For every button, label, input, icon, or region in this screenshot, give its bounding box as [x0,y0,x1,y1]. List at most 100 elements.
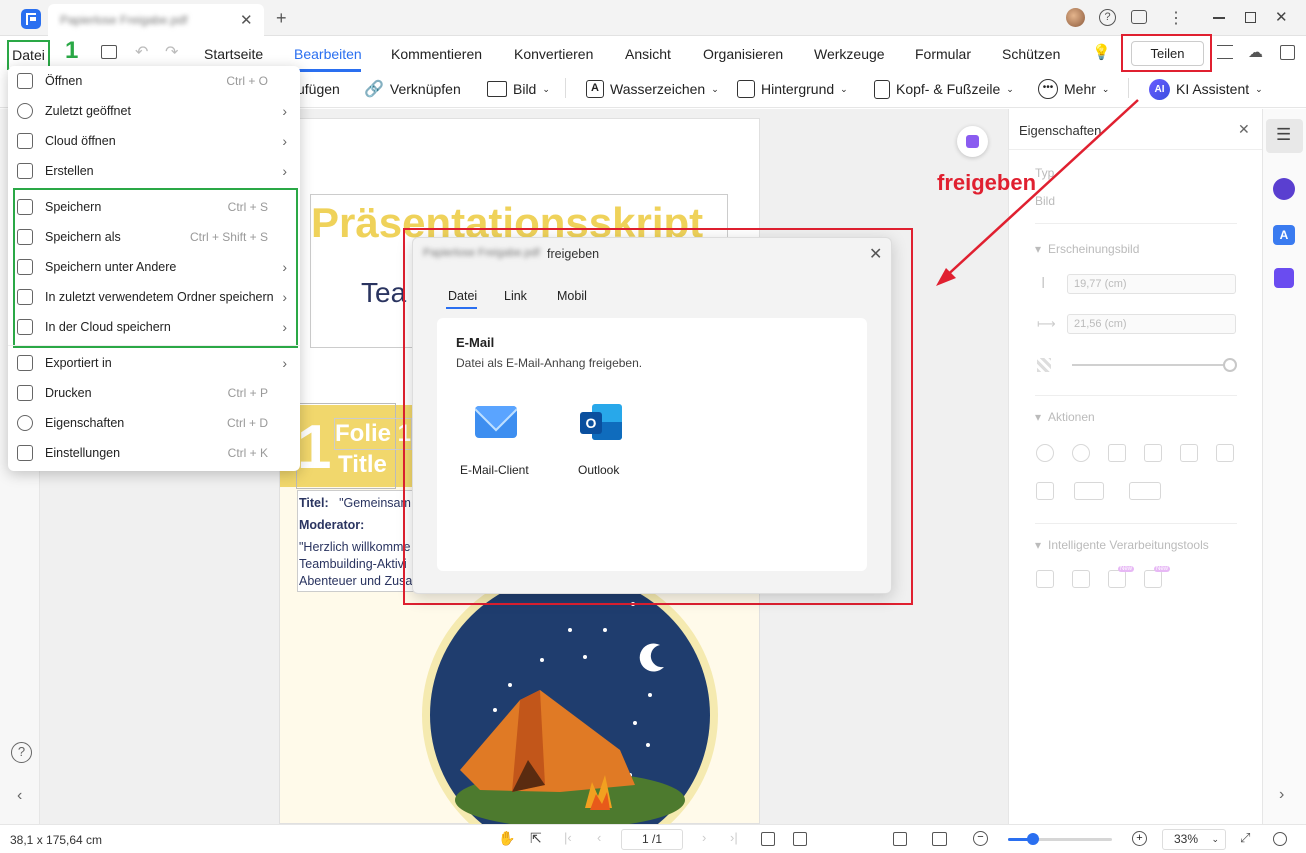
page-view-icon[interactable] [793,832,807,846]
file-menu-item[interactable]: Exportiert in › [8,348,300,378]
next-page-icon[interactable]: › [702,830,706,845]
rotate-right-icon[interactable] [1072,444,1090,462]
avatar[interactable] [1066,8,1085,27]
help-icon[interactable]: ? [11,742,32,763]
lightbulb-icon[interactable]: 💡 [1092,43,1111,61]
watermark-tool[interactable]: A Wasserzeichen ⌄ [586,79,719,99]
fit-page-icon[interactable] [761,832,775,846]
replace-image-icon[interactable] [1216,444,1234,462]
sitemap-icon[interactable] [1217,45,1233,59]
menu-werkzeuge[interactable]: Werkzeuge [814,46,885,62]
select-tool-icon[interactable]: ⇱ [530,830,542,847]
ocr-icon[interactable] [1036,570,1054,588]
outlook-option[interactable]: O Outlook [572,398,652,478]
enhance-image-icon[interactable] [1108,570,1126,588]
chevron-down-icon: ⌄ [840,83,848,94]
text-block[interactable]: Titel: "Gemeinsam Moderator: "Herzlich w… [297,490,417,592]
dialog-tab-mobil[interactable]: Mobil [557,289,587,303]
file-menu-item[interactable]: Öffnen Ctrl + O [8,66,300,96]
page-input[interactable]: 1 /1 [621,829,683,850]
zoom-out-icon[interactable]: − [973,831,988,846]
collapse-right-icon[interactable]: › [1279,786,1284,804]
ai-assistant-label: KI Assistent [1176,81,1250,97]
slide-heading-box[interactable]: Folie 1 Title [334,418,414,482]
add-tool[interactable]: ufügen [297,79,340,99]
email-client-option[interactable]: E-Mail-Client [457,398,537,478]
dialog-tab-link[interactable]: Link [504,289,527,303]
new-tab-icon[interactable]: + [276,8,287,29]
status-expand-icon[interactable] [1273,832,1287,846]
zoom-slider-thumb[interactable] [1027,833,1039,845]
dialog-tab-datei[interactable]: Datei [448,289,477,303]
menu-schuetzen[interactable]: Schützen [1002,46,1060,62]
remove-background-icon[interactable] [1144,570,1162,588]
menu-bearbeiten[interactable]: Bearbeiten [294,46,362,62]
document-tab[interactable]: Papierlose Freigabe.pdf ✕ [48,4,264,36]
opacity-slider-thumb[interactable] [1223,358,1237,372]
flip-vertical-icon[interactable] [1144,444,1162,462]
file-menu-item[interactable]: Einstellungen Ctrl + K [8,438,300,468]
width-field[interactable]: 21,56 (cm) [1067,314,1236,334]
file-menu-item[interactable]: Zuletzt geöffnet › [8,96,300,126]
undo-icon[interactable]: ↶ [135,42,148,62]
extract-image-icon[interactable] [1036,482,1054,500]
zoom-in-icon[interactable]: + [1132,831,1147,846]
close-properties-icon[interactable]: ✕ [1238,121,1250,138]
ai-chat-icon[interactable] [1273,178,1295,200]
link-tool[interactable]: 🔗 Verknüpfen [364,79,461,99]
file-menu-item[interactable]: Speichern unter Andere › [8,252,300,282]
distribute-icon[interactable] [1129,482,1161,500]
help-icon[interactable]: ? [1099,9,1116,26]
menu-ansicht[interactable]: Ansicht [625,46,671,62]
align-icon[interactable] [1074,482,1104,500]
translate-image-icon[interactable] [1072,570,1090,588]
prev-page-icon[interactable]: ‹ [597,830,601,845]
first-page-icon[interactable]: |‹ [564,830,572,845]
checklist-icon[interactable] [1274,268,1294,288]
menu-kommentieren[interactable]: Kommentieren [391,46,482,62]
opacity-slider-track[interactable] [1072,364,1230,366]
redo-icon[interactable]: ↷ [165,42,178,62]
zoom-select[interactable]: 33% ⌄ [1162,829,1226,850]
app-logo[interactable] [21,9,41,29]
chevron-down-icon[interactable]: ▾ [1035,410,1041,424]
background-tool[interactable]: Hintergrund ⌄ [737,79,848,99]
menu-startseite[interactable]: Startseite [204,46,263,62]
flip-horizontal-icon[interactable] [1108,444,1126,462]
file-menu-item[interactable]: Drucken Ctrl + P [8,378,300,408]
menu-formular[interactable]: Formular [915,46,971,62]
crop-icon[interactable] [1180,444,1198,462]
file-menu-item[interactable]: Cloud öffnen › [8,126,300,156]
image-tool[interactable]: Bild ⌄ [487,79,550,99]
collapse-left-icon[interactable]: ‹ [17,787,22,805]
file-menu-item[interactable]: Speichern als Ctrl + Shift + S [8,222,300,252]
last-page-icon[interactable]: ›| [730,830,738,845]
file-menu-item[interactable]: Speichern Ctrl + S [8,192,300,222]
fullscreen-icon[interactable]: ⤢ [1240,830,1250,846]
menu-konvertieren[interactable]: Konvertieren [514,46,593,62]
close-window-icon[interactable]: ✕ [1275,8,1288,26]
translate-icon[interactable]: A [1273,225,1295,245]
ai-assistant-tool[interactable]: AI KI Assistent ⌄ [1149,78,1263,100]
share-button[interactable]: Teilen [1131,41,1204,66]
close-tab-icon[interactable]: ✕ [240,11,253,29]
more-vertical-icon[interactable]: ⋮ [1168,8,1184,28]
feedback-icon[interactable] [1131,10,1147,24]
file-menu-item[interactable]: In der Cloud speichern › [8,312,300,342]
cloud-upload-icon[interactable]: ☁ [1248,43,1263,61]
layout-mode-icon[interactable] [932,832,947,846]
close-dialog-icon[interactable]: ✕ [869,244,882,264]
hand-tool-icon[interactable]: ✋ [498,830,515,847]
file-menu-item[interactable]: Erstellen › [8,156,300,186]
expand-toolbar-icon[interactable] [1280,45,1295,60]
chevron-down-icon[interactable]: ▾ [1035,538,1041,552]
menu-organisieren[interactable]: Organisieren [703,46,783,62]
file-menu-item[interactable]: Eigenschaften Ctrl + D [8,408,300,438]
maximize-icon[interactable] [1245,12,1256,23]
minimize-icon[interactable] [1213,17,1225,19]
file-menu-item[interactable]: In zuletzt verwendetem Ordner speichern › [8,282,300,312]
rotate-left-icon[interactable] [1036,444,1054,462]
print-icon[interactable] [101,45,117,59]
properties-toggle[interactable]: ☰ [1266,119,1303,153]
fit-mode-icon[interactable] [893,832,907,846]
